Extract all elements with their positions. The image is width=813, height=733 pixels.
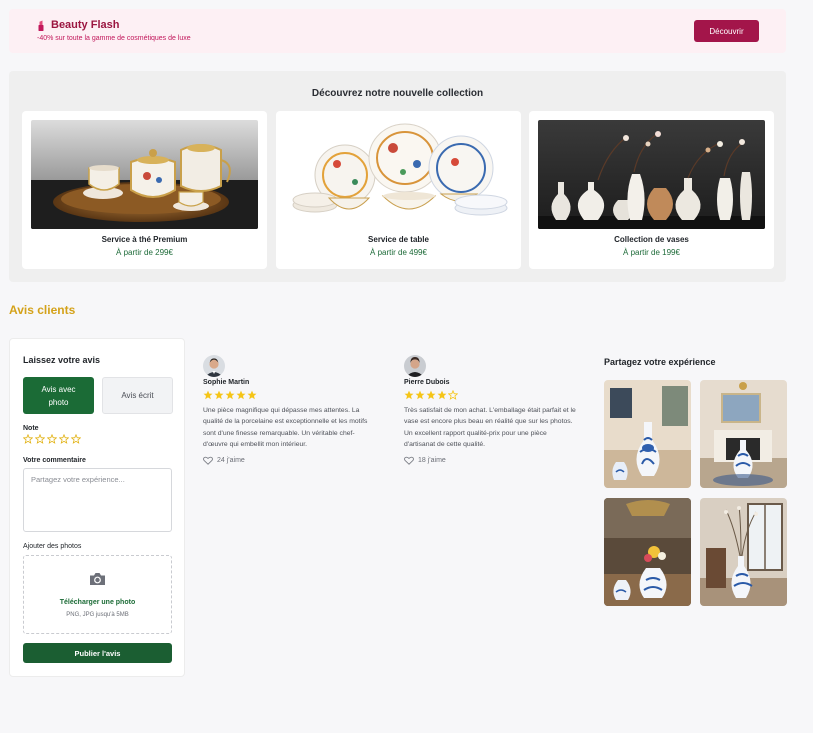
product-price: À partir de 199€ <box>623 248 680 257</box>
review-rating <box>203 390 257 400</box>
customer-photo[interactable] <box>604 380 691 488</box>
flash-subtitle: -40% sur toute la gamme de cosmétiques d… <box>37 35 191 42</box>
star-filled-icon <box>214 390 224 400</box>
product-name: Service à thé Premium <box>101 235 188 244</box>
star-outline-icon[interactable] <box>71 434 81 444</box>
customer-photo[interactable] <box>700 498 787 606</box>
review-form: Laissez votre avis Avis avec photo Avis … <box>9 338 185 677</box>
product-image-vases <box>538 120 765 229</box>
star-outline-icon[interactable] <box>23 434 33 444</box>
tab-photo-review[interactable]: Avis avec photo <box>23 377 94 414</box>
star-filled-icon <box>225 390 235 400</box>
star-filled-icon <box>203 390 213 400</box>
star-outline-icon[interactable] <box>59 434 69 444</box>
product-price: À partir de 499€ <box>370 248 427 257</box>
star-filled-icon <box>426 390 436 400</box>
camera-icon <box>90 573 105 585</box>
discover-button[interactable]: Découvrir <box>694 20 759 42</box>
avatar <box>203 355 225 377</box>
flash-title: Beauty Flash <box>51 19 120 31</box>
customer-photo[interactable] <box>604 498 691 606</box>
share-experience-title: Partagez votre expérience <box>604 357 716 367</box>
lipstick-icon <box>38 20 44 31</box>
star-outline-icon <box>448 390 458 400</box>
photo-upload-dropzone[interactable]: Télécharger une photo PNG, JPG jusqu'à 5… <box>23 555 172 634</box>
collection-title: Découvrez notre nouvelle collection <box>311 88 484 99</box>
product-card-vases[interactable]: Collection de vases À partir de 199€ <box>529 111 774 269</box>
photos-label: Ajouter des photos <box>23 543 82 550</box>
product-image-tea-set <box>31 120 258 229</box>
star-outline-icon[interactable] <box>47 434 57 444</box>
collection-section: Découvrez notre nouvelle collection Serv… <box>9 71 786 282</box>
rating-label: Note <box>23 425 39 432</box>
comment-textarea[interactable]: Partagez votre expérience... <box>23 468 172 532</box>
heart-icon <box>404 456 414 465</box>
star-filled-icon <box>247 390 257 400</box>
like-count: 24 j'aime <box>217 457 245 464</box>
review-text: Une pièce magnifique qui dépasse mes att… <box>203 407 368 449</box>
star-filled-icon <box>437 390 447 400</box>
review-rating <box>404 390 458 400</box>
product-name: Collection de vases <box>614 235 689 244</box>
like-button[interactable]: 18 j'aime <box>404 456 446 465</box>
rating-input <box>23 434 81 444</box>
avatar <box>404 355 426 377</box>
customer-photo[interactable] <box>700 380 787 488</box>
star-filled-icon <box>236 390 246 400</box>
review-author: Pierre Dubois <box>404 379 450 386</box>
like-button[interactable]: 24 j'aime <box>203 456 245 465</box>
star-filled-icon <box>415 390 425 400</box>
upload-photo-label: Télécharger une photo <box>59 599 136 606</box>
like-count: 18 j'aime <box>418 457 446 464</box>
product-card-tea-set[interactable]: Service à thé Premium À partir de 299€ <box>22 111 267 269</box>
product-name: Service de table <box>368 235 429 244</box>
form-title: Laissez votre avis <box>23 355 101 365</box>
product-image-dinnerware <box>285 120 512 229</box>
heart-icon <box>203 456 213 465</box>
flash-banner: Beauty Flash -40% sur toute la gamme de … <box>9 9 786 53</box>
star-filled-icon <box>404 390 414 400</box>
flash-title-row: Beauty Flash <box>37 19 119 31</box>
tab-text-review[interactable]: Avis écrit <box>102 377 173 414</box>
upload-hint: PNG, JPG jusqu'à 5MB <box>66 612 129 618</box>
review-author: Sophie Martin <box>203 379 250 386</box>
product-price: À partir de 299€ <box>116 248 173 257</box>
publish-review-button[interactable]: Publier l'avis <box>23 643 172 663</box>
product-card-dinnerware[interactable]: Service de table À partir de 499€ <box>276 111 521 269</box>
comment-label: Votre commentaire <box>23 457 86 464</box>
star-outline-icon[interactable] <box>35 434 45 444</box>
reviews-heading: Avis clients <box>9 303 76 317</box>
review-text: Très satisfait de mon achat. L'emballage… <box>404 407 576 449</box>
